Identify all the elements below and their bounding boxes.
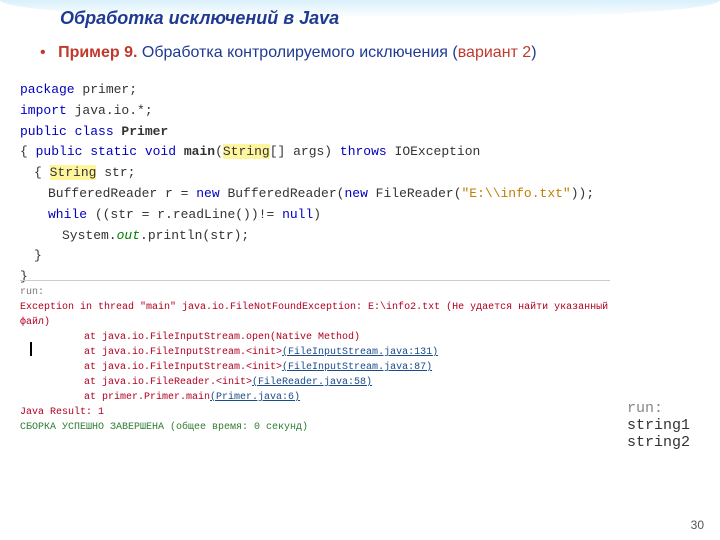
bullet-icon: • — [40, 44, 46, 61]
console-line: at java.io.FileInputStream.open(Native M… — [20, 330, 610, 345]
code-line: while ((str = r.readLine())!= null) — [20, 205, 700, 226]
console-line: at primer.Primer.main(Primer.java:6) — [20, 390, 610, 405]
example-heading: • Пример 9. Обработка контролируемого ис… — [40, 44, 537, 62]
console-run: run: — [20, 285, 610, 300]
close-paren: ) — [531, 44, 536, 61]
code-line: import java.io.*; — [20, 101, 700, 122]
code-block: package primer; import java.io.*; public… — [20, 80, 700, 288]
console-line: at java.io.FileReader.<init>(FileReader.… — [20, 375, 610, 390]
code-line: { public static void main(String[] args)… — [20, 142, 700, 163]
text-cursor-icon — [30, 342, 33, 356]
output-line: string2 — [627, 434, 690, 451]
console-line: at java.io.FileInputStream.<init>(FileIn… — [20, 360, 610, 375]
example-number: Пример 9. — [58, 44, 137, 61]
code-line: } — [20, 246, 700, 267]
success-output: run: string1 string2 — [627, 400, 690, 451]
console-output: run: Exception in thread "main" java.io.… — [20, 280, 610, 435]
example-text: Обработка контролируемого исключения ( — [142, 44, 458, 61]
variant-text: вариант 2 — [458, 44, 531, 61]
console-line: Exception in thread "main" java.io.FileN… — [20, 300, 610, 330]
code-line: public class Primer — [20, 122, 700, 143]
slide-title: Обработка исключений в Java — [60, 8, 339, 29]
console-result: Java Result: 1 — [20, 405, 610, 420]
output-run: run: — [627, 400, 690, 417]
code-line: System.out.println(str); — [20, 226, 700, 247]
code-line: { String str; — [20, 163, 700, 184]
output-line: string1 — [627, 417, 690, 434]
code-line: package primer; — [20, 80, 700, 101]
page-number: 30 — [691, 518, 704, 532]
code-line: BufferedReader r = new BufferedReader(ne… — [20, 184, 700, 205]
console-line: at java.io.FileInputStream.<init>(FileIn… — [20, 345, 610, 360]
console-build: СБОРКА УСПЕШНО ЗАВЕРШЕНА (общее время: 0… — [20, 420, 610, 435]
